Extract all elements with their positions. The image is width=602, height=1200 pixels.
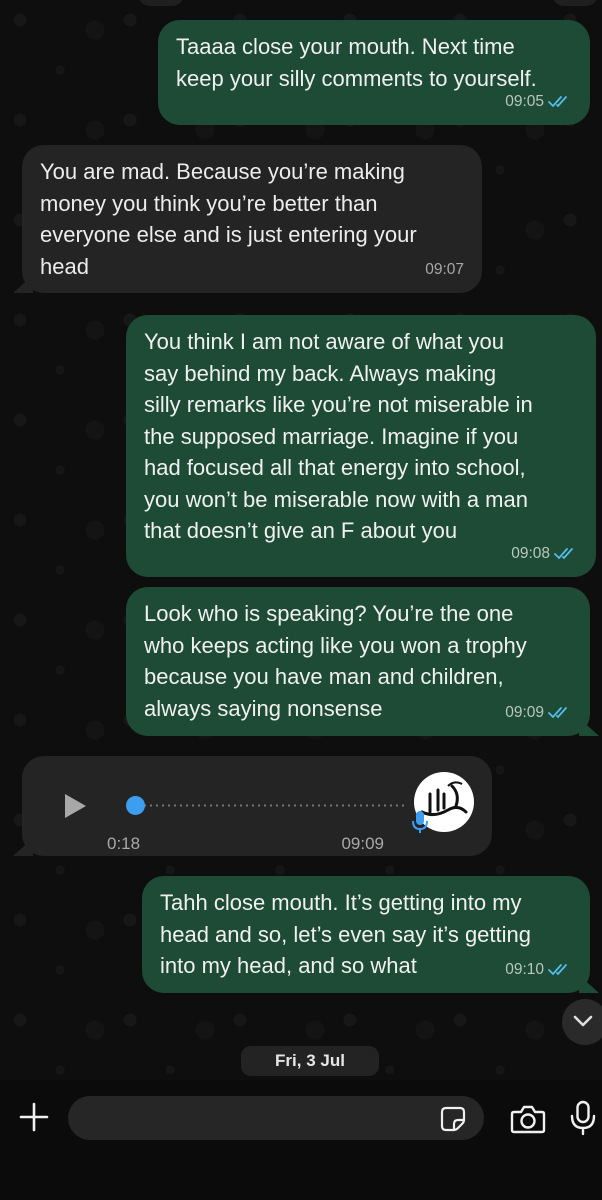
message-bubble-outgoing[interactable]: Look who is speaking? You’re the one who… xyxy=(126,587,590,736)
message-bubble-outgoing[interactable]: Tahh close mouth. It’s getting into my h… xyxy=(142,876,590,993)
double-check-icon xyxy=(548,964,567,976)
scroll-to-bottom-button[interactable] xyxy=(562,999,602,1045)
double-check-icon xyxy=(554,548,573,560)
message-bubble-outgoing[interactable]: You think I am not aware of what you say… xyxy=(126,315,596,577)
double-check-icon xyxy=(548,707,567,719)
message-time: 09:05 xyxy=(505,92,544,110)
message-meta: 09:05 xyxy=(505,86,572,118)
composer-bar xyxy=(0,1080,602,1200)
voice-duration: 0:18 xyxy=(107,834,141,853)
message-input[interactable] xyxy=(68,1096,484,1140)
camera-icon[interactable] xyxy=(510,1104,546,1134)
sticker-icon[interactable] xyxy=(440,1106,466,1132)
date-divider: Fri, 3 Jul xyxy=(241,1046,379,1076)
message-time: 09:10 xyxy=(505,960,544,978)
plus-icon[interactable] xyxy=(19,1102,49,1132)
message-bubble-outgoing[interactable]: Taaaa close your mouth. Next time keep y… xyxy=(158,20,590,125)
message-bubble-incoming[interactable]: You are mad. Because you’re making money… xyxy=(22,145,482,293)
message-time: 09:09 xyxy=(505,703,544,721)
play-icon[interactable] xyxy=(62,792,88,820)
chevron-down-icon xyxy=(573,1015,593,1027)
playback-scrubber[interactable] xyxy=(126,796,145,815)
message-time: 09:08 xyxy=(511,544,550,562)
microphone-icon[interactable] xyxy=(570,1100,596,1136)
voice-note-bubble[interactable]: 0:18 09:09 xyxy=(22,756,492,856)
message-time: 09:09 xyxy=(341,834,384,853)
double-check-icon xyxy=(548,96,567,108)
voice-waveform[interactable] xyxy=(130,804,404,807)
message-text: You are mad. Because you’re making money… xyxy=(40,159,417,279)
message-meta: 09:10 xyxy=(505,954,572,986)
message-meta: 09:08 xyxy=(511,538,578,570)
message-meta: 09:09 xyxy=(505,697,572,729)
message-time: 09:07 xyxy=(425,260,464,278)
microphone-icon xyxy=(412,811,428,833)
message-text: You think I am not aware of what you say… xyxy=(144,329,533,543)
message-meta: 09:07 xyxy=(425,254,464,286)
